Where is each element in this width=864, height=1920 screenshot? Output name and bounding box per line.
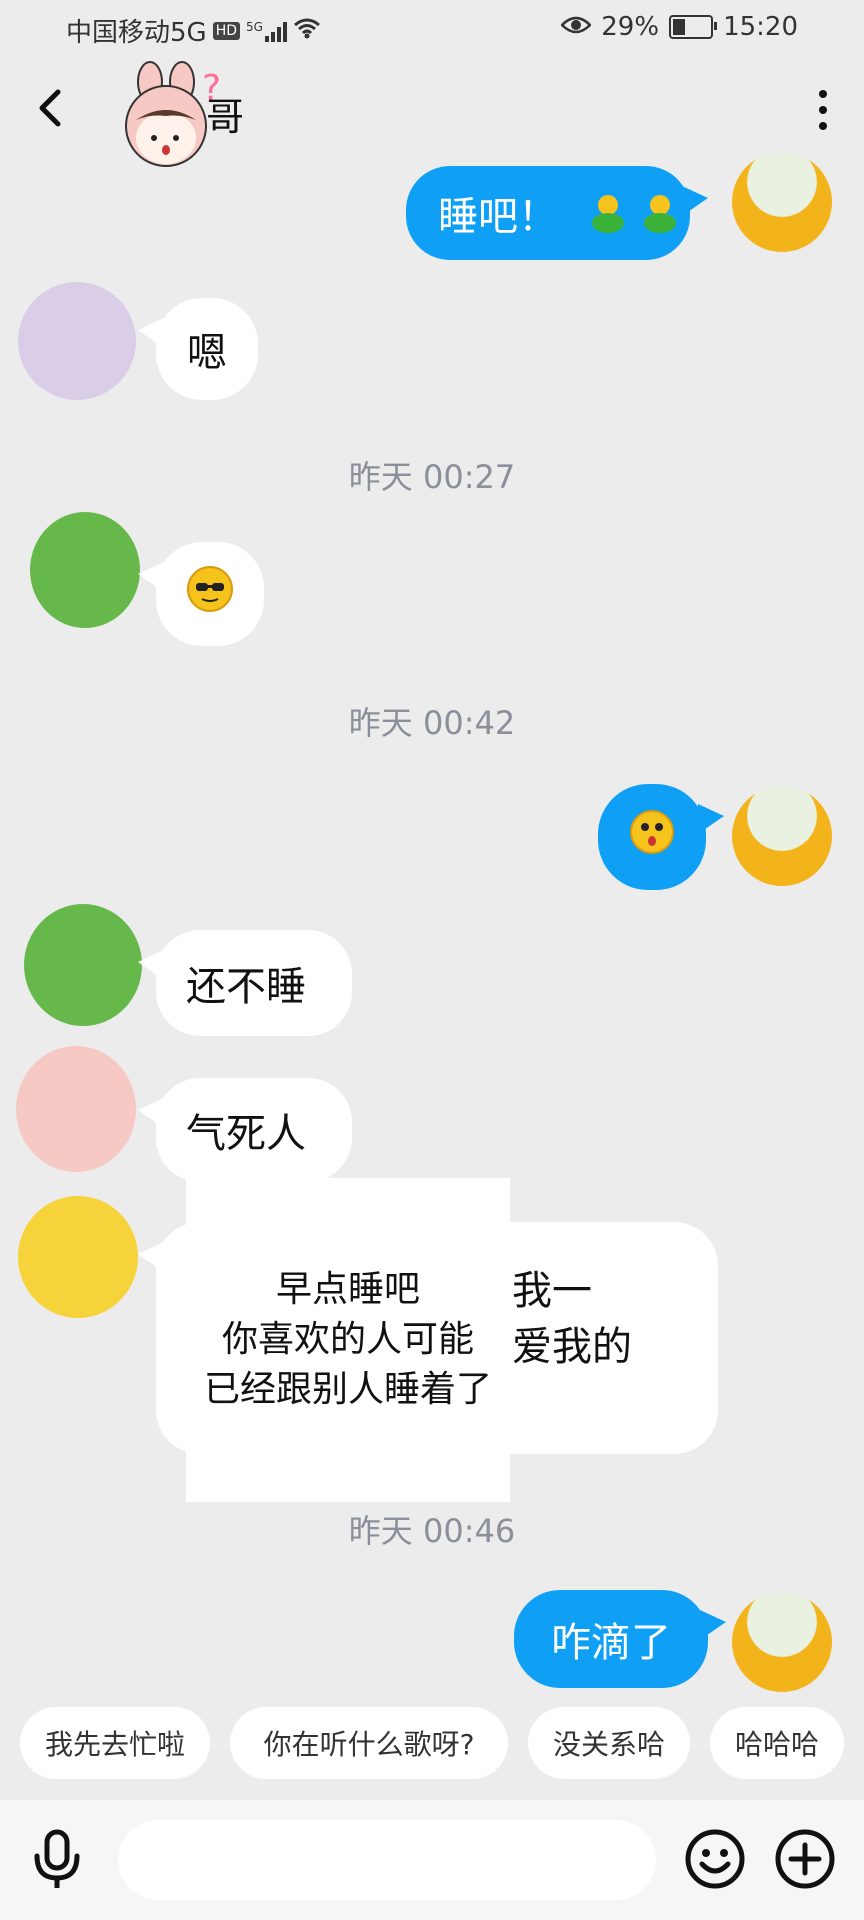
quick-reply-label: 哈哈哈 xyxy=(734,1728,819,1761)
message-input[interactable] xyxy=(118,1820,656,1900)
eye-icon xyxy=(560,12,593,42)
sticker-text: 早点睡吧 xyxy=(275,1269,420,1310)
plus-icon xyxy=(775,1829,835,1889)
message-bubble-out[interactable] xyxy=(598,784,724,890)
quick-reply[interactable]: 哈哈哈 xyxy=(710,1707,844,1779)
message-text: 气死人 xyxy=(186,1111,306,1157)
sticker-text: 已经跟别人睡着了 xyxy=(203,1369,492,1410)
quick-reply-label: 没关系哈 xyxy=(552,1728,665,1761)
quick-reply[interactable]: 没关系哈 xyxy=(528,1707,690,1779)
timestamp: 昨天 00:46 xyxy=(348,1512,516,1550)
timestamp: 昨天 00:42 xyxy=(348,704,516,742)
wifi-icon xyxy=(293,16,321,46)
hd-icon: HD xyxy=(212,21,241,40)
message-bubble-in[interactable] xyxy=(138,542,264,646)
message-text: 睡吧！ xyxy=(438,194,558,240)
timestamp: 昨天 00:27 xyxy=(348,458,516,496)
contact-avatar[interactable] xyxy=(16,1046,136,1172)
smiley-icon xyxy=(685,1829,745,1889)
my-avatar[interactable] xyxy=(732,1592,832,1692)
contact-avatar[interactable] xyxy=(18,282,136,400)
my-avatar[interactable] xyxy=(732,152,832,252)
add-button[interactable] xyxy=(774,1828,836,1890)
back-button[interactable] xyxy=(26,78,76,138)
my-avatar[interactable] xyxy=(732,786,832,886)
cool-emoji-icon xyxy=(186,565,234,623)
battery-icon xyxy=(669,15,718,39)
message-text: 咋滴了 xyxy=(551,1620,671,1666)
surprised-emoji-icon xyxy=(629,809,675,865)
contact-name-fragment: 哥 xyxy=(206,95,245,139)
contact-avatar[interactable] xyxy=(18,1196,138,1318)
message-bubble-out[interactable]: 咋滴了 xyxy=(514,1590,726,1688)
quick-reply-label: 你在听什么歌呀? xyxy=(263,1728,475,1761)
quick-reply-label: 我先去忙啦 xyxy=(44,1728,185,1761)
contact-avatar[interactable] xyxy=(24,904,142,1026)
battery-percent: 29% xyxy=(601,12,660,42)
quick-reply[interactable]: 你在听什么歌呀? xyxy=(230,1707,508,1779)
emoji-button[interactable] xyxy=(684,1828,746,1890)
message-text-partial: 爱我的 xyxy=(512,1324,632,1370)
quick-reply[interactable]: 我先去忙啦 xyxy=(20,1707,210,1779)
voice-button[interactable] xyxy=(30,1828,84,1892)
dot-icon xyxy=(819,106,827,114)
message-text: 还不睡 xyxy=(186,964,306,1010)
input-bar xyxy=(0,1800,864,1920)
microphone-icon xyxy=(34,1829,80,1888)
carrier-label: 中国移动5G xyxy=(66,18,207,48)
message-text-partial: 我一 xyxy=(512,1268,592,1314)
net-label: 5G xyxy=(246,19,263,34)
dot-icon xyxy=(819,90,827,98)
sticker-text: 你喜欢的人可能 xyxy=(221,1319,474,1360)
chevron-left-icon xyxy=(39,89,61,127)
contact-avatar[interactable] xyxy=(30,512,140,628)
sticker-image[interactable]: 早点睡吧 你喜欢的人可能 已经跟别人睡着了 xyxy=(186,1178,510,1502)
status-bar: 中国移动5G HD 5G 29% 15:20 xyxy=(0,0,864,60)
signal-icon: 5G xyxy=(246,20,287,42)
message-text: 嗯 xyxy=(187,330,227,376)
dot-icon xyxy=(819,122,827,130)
clock: 15:20 xyxy=(723,12,798,42)
message-bubble-in[interactable]: 气死人 xyxy=(138,1078,352,1182)
more-options-button[interactable] xyxy=(816,90,830,130)
green-figure-emoji-icon xyxy=(588,193,680,233)
message-bubble-out[interactable]: 睡吧！ xyxy=(406,166,708,260)
message-bubble-in[interactable]: 嗯 xyxy=(138,298,258,400)
chat-header: ? 哥 xyxy=(0,60,864,167)
message-bubble-in[interactable]: 还不睡 xyxy=(138,930,352,1036)
